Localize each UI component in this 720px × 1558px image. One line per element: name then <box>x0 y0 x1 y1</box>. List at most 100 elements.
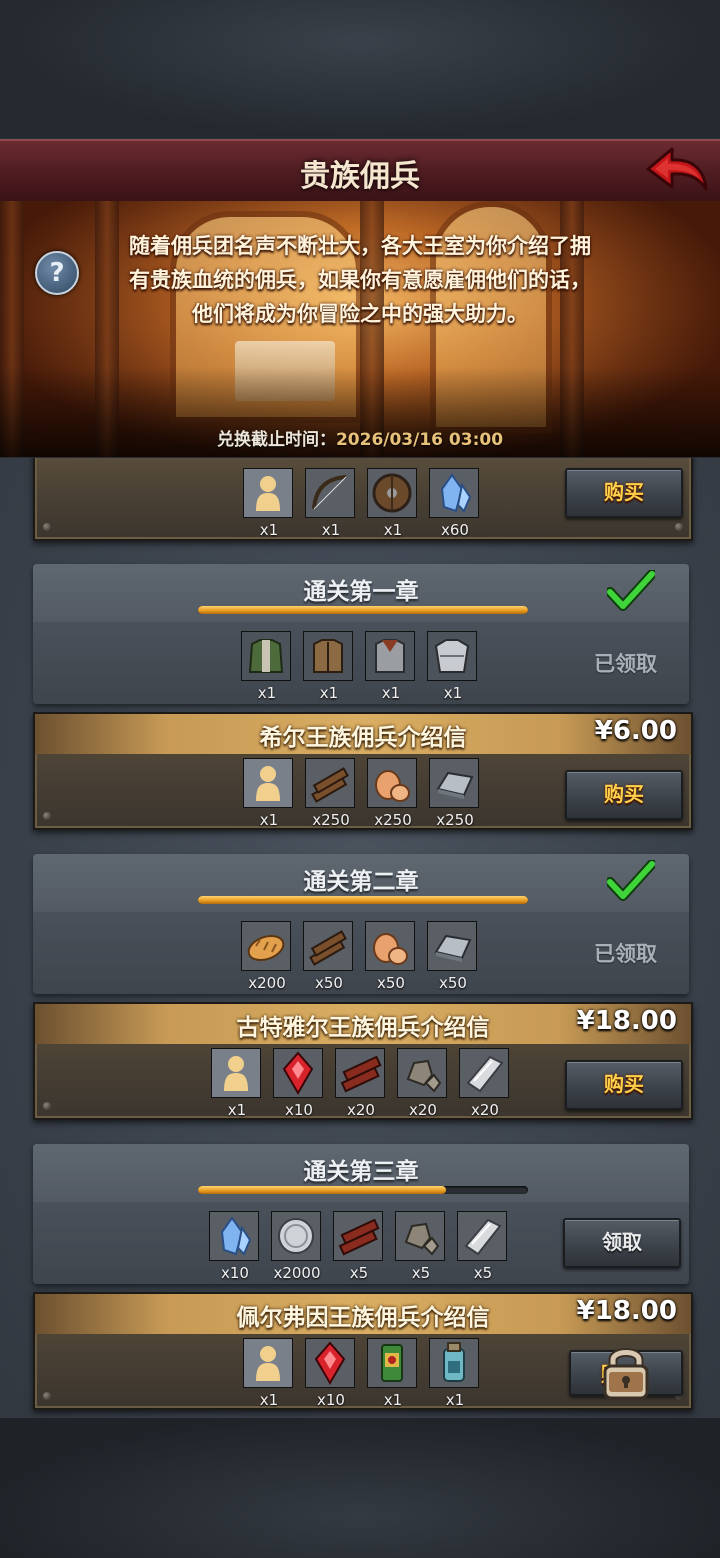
item-qty: x250 <box>436 811 474 829</box>
help-icon[interactable]: ? <box>35 251 79 295</box>
item-qty: x20 <box>409 1101 437 1119</box>
chapter-card-1: 通关第一章 x1 x1 x1 x1 已领取 <box>33 564 689 704</box>
reward-items: x1 x1 x1 x1 <box>241 631 477 702</box>
pack-card-top: x1 x1 x1 x60 购买 <box>33 458 693 541</box>
item-qty: x200 <box>248 974 286 992</box>
progress-fill <box>198 606 528 614</box>
iron-ingot-icon[interactable]: x50 <box>427 921 477 992</box>
potion-jar-icon[interactable]: x1 <box>429 1338 479 1409</box>
silver-bar-icon[interactable]: x5 <box>457 1211 507 1282</box>
bottom-background <box>0 1418 720 1558</box>
silver-coin-icon[interactable]: x2000 <box>271 1211 321 1282</box>
item-qty: x1 <box>227 1101 247 1119</box>
reward-items: x200 x50 x50 x50 <box>241 921 477 992</box>
item-qty: x5 <box>411 1264 431 1282</box>
item-qty: x50 <box>315 974 343 992</box>
chapter-progress <box>198 606 528 614</box>
pack-card-pelfin: 佩尔弗因王族佣兵介绍信 ¥18.00 x1 x10 x1 x1 购 <box>33 1292 693 1410</box>
item-qty: x250 <box>312 811 350 829</box>
deadline-value: 2026/03/16 03:00 <box>335 430 504 450</box>
mercenary-silhouette-icon[interactable]: x1 <box>243 468 293 539</box>
red-gem-icon[interactable]: x10 <box>305 1338 355 1409</box>
item-qty: x1 <box>257 684 277 702</box>
claimed-status: 已领取 <box>594 652 657 676</box>
check-icon <box>607 860 655 901</box>
item-qty: x10 <box>317 1391 345 1409</box>
check-icon <box>607 570 655 611</box>
pack-price: ¥6.00 <box>594 716 677 746</box>
blue-crystal-icon[interactable]: x60 <box>429 468 479 539</box>
claimed-status: 已领取 <box>594 942 657 966</box>
buy-button[interactable]: 购买 <box>565 1060 683 1110</box>
chapter-progress <box>198 1186 528 1194</box>
silver-bar-icon[interactable]: x20 <box>459 1048 509 1119</box>
mercenary-silhouette-icon[interactable]: x1 <box>211 1048 261 1119</box>
item-qty: x60 <box>441 521 469 539</box>
item-qty: x1 <box>319 684 339 702</box>
item-qty: x50 <box>439 974 467 992</box>
top-background <box>0 0 720 138</box>
mercenary-silhouette-icon[interactable]: x1 <box>243 758 293 829</box>
deadline: 兑换截止时间：2026/03/16 03:00 <box>0 425 720 450</box>
round-shield-icon[interactable]: x1 <box>367 468 417 539</box>
pack-title: 希尔王族佣兵介绍信 <box>259 725 467 751</box>
stone-rubble-icon[interactable]: x5 <box>395 1211 445 1282</box>
item-qty: x1 <box>381 684 401 702</box>
item-qty: x5 <box>349 1264 369 1282</box>
item-qty: x20 <box>471 1101 499 1119</box>
item-qty: x1 <box>259 521 279 539</box>
item-qty: x1 <box>321 521 341 539</box>
offer-list[interactable]: x1 x1 x1 x60 购买 通关第一章 x1 x1 x1 x1 已领取 希尔… <box>0 458 720 1418</box>
chapter-progress <box>198 896 528 904</box>
reward-items: x1 x10 x1 x1 <box>243 1338 479 1409</box>
chapter-card-2: 通关第二章 x200 x50 x50 x50 已领取 <box>33 854 689 994</box>
item-qty: x5 <box>473 1264 493 1282</box>
leather-vest-icon[interactable]: x1 <box>303 631 353 702</box>
item-qty: x1 <box>383 521 403 539</box>
back-arrow-icon[interactable] <box>646 145 710 197</box>
reward-items: x10 x2000 x5 x5 x5 <box>209 1211 507 1282</box>
chainmail-icon[interactable]: x1 <box>365 631 415 702</box>
reward-items: x1 x250 x250 x250 <box>243 758 479 829</box>
claim-button[interactable]: 领取 <box>563 1218 681 1268</box>
chapter-card-3: 通关第三章 x10 x2000 x5 x5 x5 领取 <box>33 1144 689 1284</box>
mercenary-silhouette-icon[interactable]: x1 <box>243 1338 293 1409</box>
chapter-title: 通关第二章 <box>303 869 419 895</box>
wood-planks-icon[interactable]: x50 <box>303 921 353 992</box>
blue-crystal-icon[interactable]: x10 <box>209 1211 259 1282</box>
deadline-label: 兑换截止时间： <box>216 430 336 450</box>
buy-button[interactable]: 购买 <box>565 770 683 820</box>
progress-fill <box>198 1186 446 1194</box>
item-qty: x20 <box>347 1101 375 1119</box>
buy-button[interactable]: 购买 <box>565 468 683 518</box>
timber-logs-icon[interactable]: x5 <box>333 1211 383 1282</box>
pack-card-gutyar: 古特雅尔王族佣兵介绍信 ¥18.00 x1 x10 x20 x20 x20 购买 <box>33 1002 693 1120</box>
item-qty: x50 <box>377 974 405 992</box>
green-scroll-icon[interactable]: x1 <box>367 1338 417 1409</box>
red-gem-icon[interactable]: x10 <box>273 1048 323 1119</box>
plate-armor-icon[interactable]: x1 <box>427 631 477 702</box>
clay-ore-icon[interactable]: x50 <box>365 921 415 992</box>
clay-ore-icon[interactable]: x250 <box>367 758 417 829</box>
item-qty: x250 <box>374 811 412 829</box>
iron-ingot-icon[interactable]: x250 <box>429 758 479 829</box>
item-qty: x10 <box>221 1264 249 1282</box>
bread-icon[interactable]: x200 <box>241 921 291 992</box>
item-qty: x10 <box>285 1101 313 1119</box>
progress-fill <box>198 896 528 904</box>
item-qty: x1 <box>259 1391 279 1409</box>
description-line: 有贵族血统的佣兵，如果你有意愿雇佣他们的话， <box>129 268 591 292</box>
description-line: 他们将成为你冒险之中的强大助力。 <box>192 302 528 326</box>
item-qty: x1 <box>445 1391 465 1409</box>
stone-rubble-icon[interactable]: x20 <box>397 1048 447 1119</box>
description-line: 随着佣兵团名声不断壮大，各大王室为你介绍了拥 <box>129 234 591 258</box>
wood-planks-icon[interactable]: x250 <box>305 758 355 829</box>
banner-description: 随着佣兵团名声不断壮大，各大王室为你介绍了拥 有贵族血统的佣兵，如果你有意愿雇佣… <box>100 229 620 331</box>
item-qty: x1 <box>259 811 279 829</box>
lock-icon <box>603 1348 649 1400</box>
chapter-title: 通关第一章 <box>303 579 419 605</box>
green-coat-armor-icon[interactable]: x1 <box>241 631 291 702</box>
item-qty: x1 <box>383 1391 403 1409</box>
timber-logs-icon[interactable]: x20 <box>335 1048 385 1119</box>
longbow-icon[interactable]: x1 <box>305 468 355 539</box>
